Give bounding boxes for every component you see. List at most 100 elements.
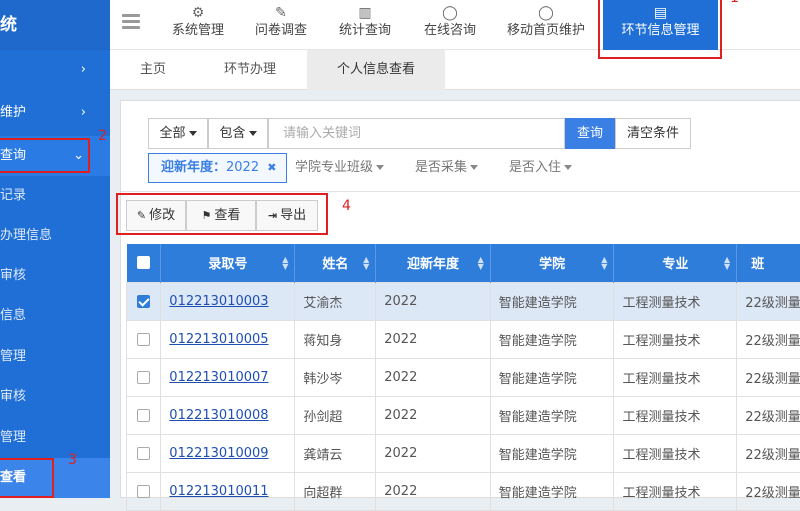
admission-no-link[interactable]: 012213010005 — [169, 332, 268, 347]
cell-major: 工程测量技术 — [614, 472, 737, 510]
cell-name: 孙剑超 — [295, 396, 376, 434]
match-select[interactable]: 包含 — [208, 118, 268, 149]
dropdown-college-major-class[interactable]: 学院专业班级 — [295, 153, 384, 183]
table-row[interactable]: 012213010009龚靖云2022智能建造学院工程测量技术22级测量 — [127, 434, 800, 472]
select-all-checkbox[interactable] — [137, 256, 150, 269]
sidebar-item-label: 审核 — [0, 389, 26, 404]
sort-icon[interactable]: ▲▼ — [478, 256, 484, 270]
sidebar-subitem-info[interactable]: 信息 — [0, 296, 110, 336]
tag-value: 2022 — [226, 160, 259, 175]
sort-icon[interactable]: ▲▼ — [724, 256, 730, 270]
scope-select[interactable]: 全部 — [148, 118, 208, 149]
row-checkbox[interactable] — [137, 447, 150, 460]
sidebar-item-label: 管理 — [0, 349, 26, 364]
nav-statistics[interactable]: ▥ 统计查询 — [324, 0, 406, 50]
admission-no-link[interactable]: 012213010007 — [169, 370, 268, 385]
row-checkbox-cell[interactable] — [127, 358, 161, 396]
admission-no-link[interactable]: 012213010011 — [169, 484, 268, 499]
col-header-college[interactable]: 学院 ▲▼ — [490, 244, 614, 282]
col-header-class[interactable]: 班 — [737, 244, 800, 282]
row-checkbox-cell[interactable] — [127, 282, 161, 320]
nav-survey[interactable]: ✎ 问卷调查 — [241, 0, 321, 50]
nav-label: 移动首页维护 — [494, 20, 598, 42]
table-row[interactable]: 012213010003艾渝杰2022智能建造学院工程测量技术22级测量 — [127, 282, 800, 320]
cell-name: 艾渝杰 — [295, 282, 376, 320]
cell-year: 2022 — [376, 396, 490, 434]
table-row[interactable]: 012213010011向超群2022智能建造学院工程测量技术22级测量 — [127, 472, 800, 510]
annotation-number-1: 1 — [730, 0, 739, 6]
admission-no-link[interactable]: 012213010003 — [169, 294, 268, 309]
dropdown-collected[interactable]: 是否采集 — [415, 153, 478, 183]
cell-college: 智能建造学院 — [490, 320, 614, 358]
col-header-name[interactable]: 姓名▲▼ — [295, 244, 376, 282]
annotation-box-2 — [0, 138, 90, 173]
cell-year: 2022 — [376, 434, 490, 472]
sidebar-item-label: 管理 — [0, 430, 26, 445]
sort-icon[interactable]: ▲▼ — [282, 256, 288, 270]
menu-toggle-icon[interactable] — [122, 14, 140, 32]
sidebar-subitem-manage-2[interactable]: 管理 — [0, 418, 110, 458]
row-checkbox-cell[interactable] — [127, 396, 161, 434]
col-header-year[interactable]: 迎新年度▲▼ — [376, 244, 490, 282]
tab-process[interactable]: 环节办理 — [206, 50, 294, 90]
nav-consult[interactable]: ◯ 在线咨询 — [409, 0, 491, 50]
search-input[interactable]: 请输入关键词 — [268, 118, 565, 149]
admission-no-link[interactable]: 012213010008 — [169, 408, 268, 423]
divider — [121, 191, 800, 192]
dropdown-checked-in[interactable]: 是否入住 — [509, 153, 572, 183]
annotation-box-4 — [116, 193, 328, 235]
table-row[interactable]: 012213010005蒋知身2022智能建造学院工程测量技术22级测量 — [127, 320, 800, 358]
sidebar-subitem-handle-info[interactable]: 办理信息 — [0, 216, 110, 256]
row-checkbox-cell[interactable] — [127, 320, 161, 358]
close-icon[interactable]: ✖ — [267, 161, 276, 174]
col-header-major[interactable]: 专业▲▼ — [614, 244, 737, 282]
cell-class: 22级测量 — [737, 282, 800, 320]
select-all-cell[interactable] — [127, 244, 161, 282]
cell-year: 2022 — [376, 358, 490, 396]
clear-button[interactable]: 清空条件 — [615, 118, 691, 149]
row-checkbox[interactable] — [137, 485, 150, 498]
chevron-right-icon: › — [81, 50, 86, 90]
sidebar-subitem-audit[interactable]: 审核 — [0, 256, 110, 296]
nav-mobile-home[interactable]: ◯ 移动首页维护 — [494, 0, 598, 50]
tab-home[interactable]: 主页 — [118, 50, 188, 90]
nav-system-manage[interactable]: ⚙ 系统管理 — [158, 0, 238, 50]
annotation-number-4: 4 — [342, 198, 351, 214]
row-checkbox-cell[interactable] — [127, 434, 161, 472]
cell-year: 2022 — [376, 472, 490, 510]
nav-label: 问卷调查 — [241, 20, 321, 42]
data-table: 录取号▲▼ 姓名▲▼ 迎新年度▲▼ 学院 ▲▼ 专业▲▼ 班 0122130100… — [126, 244, 800, 511]
content-panel: 全部 包含 请输入关键词 查询 清空条件 迎新年度：2022 ✖ 学院专业班级 … — [120, 100, 800, 498]
search-button[interactable]: 查询 — [565, 118, 615, 149]
sidebar-item-label: 信息 — [0, 308, 26, 323]
row-checkbox[interactable] — [137, 333, 150, 346]
sort-icon[interactable]: ▲▼ — [601, 256, 607, 270]
table-row[interactable]: 012213010007韩沙岑2022智能建造学院工程测量技术22级测量 — [127, 358, 800, 396]
nav-label: 统计查询 — [324, 20, 406, 42]
scope-label: 全部 — [159, 126, 185, 141]
dropdown-label: 是否采集 — [415, 160, 467, 175]
cell-major: 工程测量技术 — [614, 434, 737, 472]
admission-no-link[interactable]: 012213010009 — [169, 446, 268, 461]
row-checkbox[interactable] — [137, 295, 150, 308]
row-checkbox-cell[interactable] — [127, 472, 161, 510]
sidebar-item-maintain[interactable]: 维护 › — [0, 93, 110, 133]
sidebar-item-0[interactable]: › — [0, 50, 110, 90]
cell-admission-no: 012213010009 — [161, 434, 295, 472]
sidebar-subitem-record[interactable]: 记录 — [0, 176, 110, 216]
dropdown-label: 是否入住 — [509, 160, 561, 175]
sidebar-subitem-audit-2[interactable]: 审核 — [0, 377, 110, 417]
tab-personal-info[interactable]: 个人信息查看 — [307, 50, 445, 90]
filter-tag-year[interactable]: 迎新年度：2022 ✖ — [148, 153, 287, 183]
sort-icon[interactable]: ▲▼ — [363, 256, 369, 270]
cell-year: 2022 — [376, 320, 490, 358]
row-checkbox[interactable] — [137, 409, 150, 422]
table-row[interactable]: 012213010008孙剑超2022智能建造学院工程测量技术22级测量 — [127, 396, 800, 434]
sidebar-brand: 统 — [0, 0, 110, 50]
col-header-admission-no[interactable]: 录取号▲▼ — [161, 244, 295, 282]
header-label: 学院 — [539, 257, 565, 272]
sidebar-subitem-manage[interactable]: 管理 — [0, 337, 110, 377]
row-checkbox[interactable] — [137, 371, 150, 384]
cell-admission-no: 012213010008 — [161, 396, 295, 434]
cell-year: 2022 — [376, 282, 490, 320]
